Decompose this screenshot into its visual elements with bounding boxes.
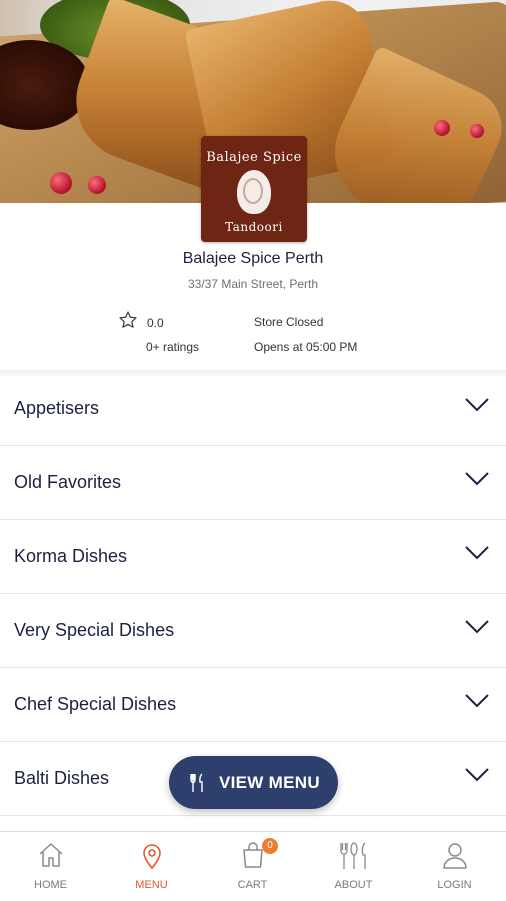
store-address: 33/37 Main Street, Perth <box>187 277 319 291</box>
chevron-down-icon <box>465 694 489 708</box>
store-logo: Balajee Spice Tandoori <box>201 136 307 242</box>
category-row-korma-dishes[interactable]: Korma Dishes <box>0 520 506 594</box>
category-row-very-special-dishes[interactable]: Very Special Dishes <box>0 594 506 668</box>
category-row-chef-special-dishes[interactable]: Chef Special Dishes <box>0 668 506 742</box>
nav-home[interactable]: HOME <box>0 832 101 901</box>
category-row-old-favorites[interactable]: Old Favorites <box>0 446 506 520</box>
nav-label: CART <box>237 879 268 891</box>
chevron-down-icon <box>465 546 489 560</box>
nav-label: HOME <box>34 879 67 891</box>
chevron-down-icon <box>465 398 489 412</box>
category-label: Korma Dishes <box>14 546 128 566</box>
category-label: Chef Special Dishes <box>14 694 177 714</box>
store-opening-time: Opens at 05:00 PM <box>254 340 358 354</box>
category-label: Appetisers <box>14 398 100 418</box>
chevron-down-icon <box>465 620 489 634</box>
rating-value: 0.0 <box>147 316 164 330</box>
store-name: Balajee Spice Perth <box>182 250 324 267</box>
category-label: Old Favorites <box>14 472 122 492</box>
location-pin-icon <box>142 844 161 870</box>
nav-label: MENU <box>135 879 168 891</box>
view-menu-button[interactable]: VIEW MENU <box>169 756 338 809</box>
home-icon <box>38 843 63 867</box>
view-menu-label: VIEW MENU <box>219 773 320 792</box>
logo-text-top: Balajee Spice <box>206 150 302 165</box>
nav-login[interactable]: LOGIN <box>404 832 505 901</box>
chevron-down-icon <box>465 768 489 782</box>
cart-count-badge: 0 <box>262 838 278 854</box>
cutlery-icon <box>339 842 366 869</box>
nav-about[interactable]: ABOUT <box>303 832 404 901</box>
logo-text-bottom: Tandoori <box>225 220 283 234</box>
ratings-count: 0+ ratings <box>146 340 200 354</box>
user-icon <box>442 843 467 869</box>
category-list: Appetisers Old Favorites Korma Dishes Ve… <box>0 372 506 816</box>
nav-menu[interactable]: MENU <box>101 832 202 901</box>
category-label: Balti Dishes <box>14 768 110 788</box>
chevron-down-icon <box>465 472 489 486</box>
category-label: Very Special Dishes <box>14 620 175 640</box>
star-icon <box>119 311 137 328</box>
nav-label: LOGIN <box>437 879 472 891</box>
category-row-appetisers[interactable]: Appetisers <box>0 372 506 446</box>
store-status: Store Closed <box>254 315 324 329</box>
fork-knife-icon <box>190 773 203 792</box>
nav-label: ABOUT <box>334 879 373 891</box>
nav-cart[interactable]: 0 CART <box>202 832 303 901</box>
logo-emblem-icon <box>237 170 271 214</box>
bottom-navigation: HOME MENU 0 CART ABOUT LOGIN <box>0 831 506 900</box>
